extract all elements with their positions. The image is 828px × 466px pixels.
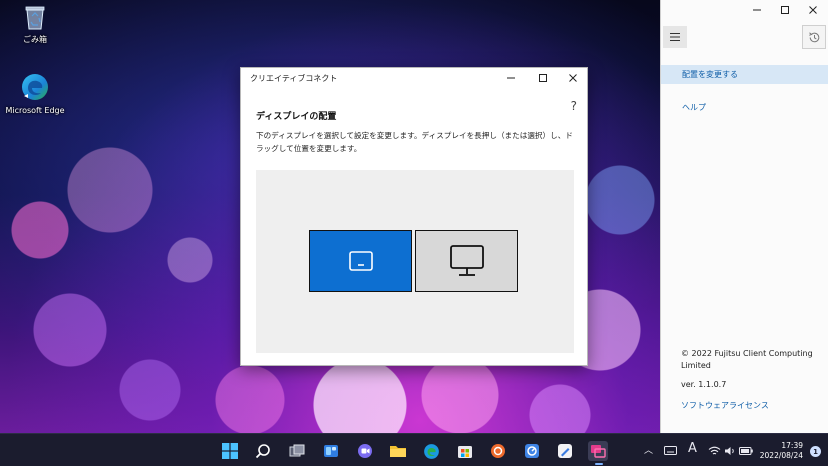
wifi-icon[interactable] — [708, 446, 721, 456]
clock-time: 17:39 — [781, 441, 803, 450]
help-button[interactable]: ? — [571, 99, 577, 113]
store-icon — [458, 446, 472, 458]
creative-connect-dialog: クリエイティブコネクト ? ディスプレイの配置 下のディスプレイを選択して設定を… — [240, 67, 588, 366]
minimize-icon — [753, 9, 761, 11]
edge-icon — [423, 443, 439, 459]
side-panel-window: 配置を変更する ヘルプ © 2022 Fujitsu Client Comput… — [660, 0, 828, 433]
app-white-button[interactable] — [555, 441, 575, 461]
widgets-button[interactable] — [321, 441, 341, 461]
minimize-icon — [507, 77, 515, 79]
minimize-button[interactable] — [497, 68, 525, 88]
maximize-icon — [781, 6, 789, 14]
monitor-icon — [449, 245, 484, 276]
edge-taskbar-button[interactable] — [421, 441, 441, 461]
panel-minimize-button[interactable] — [743, 0, 771, 20]
maximize-button[interactable] — [529, 68, 557, 88]
software-license-link[interactable]: ソフトウェアライセンス — [681, 400, 769, 411]
creative-connect-taskbar-button[interactable] — [588, 441, 608, 461]
section-description: 下のディスプレイを選択して設定を変更します。ディスプレイを長押し（または選択）し… — [256, 131, 573, 153]
display-1-tile[interactable] — [309, 230, 412, 292]
widgets-icon — [324, 445, 338, 457]
close-button[interactable] — [559, 68, 587, 88]
panel-close-button[interactable] — [799, 0, 827, 20]
windows-logo-icon — [222, 443, 238, 459]
app-orange-button[interactable] — [488, 441, 508, 461]
desktop-icon-edge[interactable]: Microsoft Edge — [5, 72, 65, 115]
file-explorer-button[interactable] — [388, 441, 408, 461]
close-icon — [809, 6, 817, 14]
dialog-title: クリエイティブコネクト — [250, 73, 338, 83]
desktop-icon-recycle-bin[interactable]: ごみ箱 — [5, 4, 65, 45]
chat-button[interactable] — [355, 441, 375, 461]
maximize-icon — [539, 74, 547, 82]
hamburger-menu-icon — [670, 33, 680, 41]
version-text: ver. 1.1.0.7 — [681, 380, 727, 389]
search-button[interactable] — [253, 441, 273, 461]
laptop-display-icon — [348, 251, 373, 271]
copyright-text: © 2022 Fujitsu Client Computing Limited — [681, 349, 813, 370]
display-2-tile[interactable] — [415, 230, 518, 292]
blue-app-icon — [525, 444, 539, 458]
task-view-button[interactable] — [287, 441, 307, 461]
start-button[interactable] — [220, 441, 240, 461]
store-button[interactable] — [455, 441, 475, 461]
desktop-icon-label: Microsoft Edge — [5, 106, 65, 115]
nav-item-change-arrangement[interactable]: 配置を変更する — [661, 65, 828, 84]
task-view-icon — [289, 444, 305, 457]
creative-connect-icon — [591, 445, 606, 458]
edge-icon — [22, 74, 48, 100]
history-icon — [808, 31, 819, 42]
taskbar: ︿ A 17:39 2022/08/24 1 — [0, 433, 828, 466]
close-icon — [569, 74, 577, 82]
desktop-icon-label: ごみ箱 — [23, 35, 47, 44]
recycle-bin-icon — [25, 6, 45, 30]
history-button[interactable] — [802, 25, 826, 49]
folder-icon — [390, 446, 406, 457]
chat-icon — [358, 444, 372, 458]
section-heading: ディスプレイの配置 — [256, 112, 337, 122]
dialog-titlebar[interactable]: クリエイティブコネクト — [241, 68, 587, 88]
search-icon — [255, 444, 270, 459]
hamburger-menu-button[interactable] — [663, 26, 687, 48]
keyboard-icon[interactable] — [664, 446, 677, 455]
ime-indicator[interactable]: A — [688, 441, 697, 456]
orange-app-icon — [491, 444, 505, 458]
clock-date: 2022/08/24 — [759, 451, 803, 460]
taskbar-clock[interactable]: 17:39 2022/08/24 — [760, 441, 803, 461]
tray-overflow-chevron-icon[interactable]: ︿ — [644, 443, 653, 456]
pen-app-icon — [558, 444, 572, 458]
nav-item-help[interactable]: ヘルプ — [682, 102, 706, 113]
panel-maximize-button[interactable] — [771, 0, 799, 20]
display-arrangement-area[interactable] — [256, 170, 574, 353]
notification-badge[interactable]: 1 — [810, 446, 821, 457]
active-app-indicator — [595, 463, 603, 465]
panel-titlebar[interactable] — [661, 0, 828, 22]
battery-icon[interactable] — [739, 447, 753, 455]
volume-icon[interactable] — [724, 446, 736, 456]
app-blue-button[interactable] — [522, 441, 542, 461]
